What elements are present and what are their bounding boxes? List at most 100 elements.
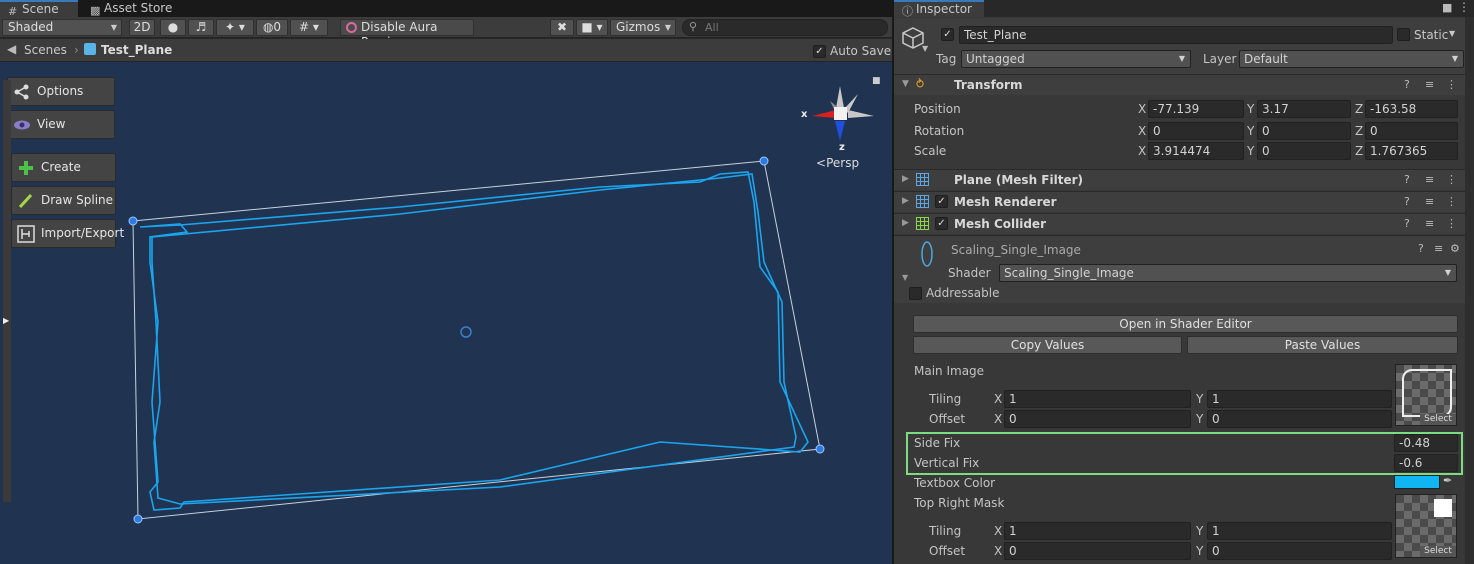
more-vertical-icon[interactable]: ⋮ xyxy=(1446,217,1457,230)
back-arrow-icon[interactable]: ◀ xyxy=(7,42,16,56)
scene-viewport[interactable]: Options View Create Draw Spline Import/E… xyxy=(0,62,892,564)
transform-header[interactable]: ▼ ⥁ Transform ? ≡ ⋮ xyxy=(894,74,1466,95)
tab-asset-store[interactable]: ▩ Asset Store xyxy=(82,0,182,17)
more-vertical-icon[interactable]: ⋮ xyxy=(1446,173,1457,186)
preset-sliders-icon[interactable]: ≡ xyxy=(1434,242,1443,255)
rotation-x-field[interactable]: 0 xyxy=(1148,122,1244,140)
chevron-down-icon: ▼ xyxy=(1451,54,1458,63)
audio-toggle-button[interactable]: ♬ xyxy=(188,19,214,36)
breadcrumb-scenes[interactable]: Scenes xyxy=(24,43,67,57)
effects-dropdown[interactable]: ✦ ▾ xyxy=(216,19,254,36)
lock-icon[interactable]: ■ xyxy=(872,76,881,86)
corner-handle[interactable] xyxy=(759,156,769,166)
pivot-handle[interactable] xyxy=(460,326,472,338)
chevron-down-icon[interactable]: ▼ xyxy=(922,44,928,53)
select-texture-button[interactable]: Select xyxy=(1420,414,1456,425)
main-offset-x-field[interactable]: 0 xyxy=(1004,410,1191,428)
more-vertical-icon[interactable]: ⋮ xyxy=(1446,78,1457,91)
tab-inspector[interactable]: ⓘ Inspector xyxy=(894,0,984,18)
preset-sliders-icon[interactable]: ≡ xyxy=(1425,195,1434,208)
active-checkbox[interactable]: ✓ xyxy=(941,28,954,41)
hidden-objects-toggle[interactable]: ◍0 xyxy=(256,19,288,36)
view-button[interactable]: View xyxy=(7,110,115,139)
help-icon[interactable]: ? xyxy=(1404,78,1410,91)
mask-offset-y-field[interactable]: 0 xyxy=(1207,542,1392,560)
mask-tiling-y-field[interactable]: 1 xyxy=(1207,522,1392,540)
main-tiling-y-field[interactable]: 1 xyxy=(1207,390,1392,408)
tools-button[interactable]: ✖ xyxy=(550,19,574,36)
help-icon[interactable]: ? xyxy=(1418,242,1424,255)
textbox-color-swatch[interactable] xyxy=(1394,475,1440,489)
chevron-down-icon[interactable]: ▼ xyxy=(1449,29,1455,38)
rotation-y-field[interactable]: 0 xyxy=(1257,122,1351,140)
select-mask-button[interactable]: Select xyxy=(1420,546,1456,557)
preset-sliders-icon[interactable]: ≡ xyxy=(1425,217,1434,230)
mask-offset-x-field[interactable]: 0 xyxy=(1004,542,1191,560)
top-right-mask-texture-slot[interactable]: Select xyxy=(1395,494,1457,558)
mask-preview xyxy=(1434,499,1452,517)
gear-icon[interactable]: ⚙ xyxy=(1450,242,1460,255)
side-fix-field[interactable]: -0.48 xyxy=(1394,434,1458,452)
mesh-collider-header[interactable]: ▶ ✓ Mesh Collider ? ≡ ⋮ xyxy=(894,213,1466,234)
chevron-down-icon[interactable]: ▼ xyxy=(902,273,908,282)
camera-dropdown[interactable]: ■ ▾ xyxy=(576,19,608,36)
corner-handle[interactable] xyxy=(128,216,138,226)
mask-tiling-x-field[interactable]: 1 xyxy=(1004,522,1191,540)
main-offset-y-field[interactable]: 0 xyxy=(1207,410,1392,428)
tag-dropdown[interactable]: Untagged ▼ xyxy=(961,50,1191,68)
shading-mode-dropdown[interactable]: Shaded ▼ xyxy=(2,19,122,36)
position-z-field[interactable]: -163.58 xyxy=(1365,100,1458,118)
tab-scene[interactable]: # Scene xyxy=(0,0,78,18)
persp-toggle[interactable]: <Persp xyxy=(816,156,859,170)
addressable-checkbox[interactable] xyxy=(909,287,922,300)
more-vertical-icon[interactable]: ⋮ xyxy=(1446,195,1457,208)
lock-icon[interactable]: ■ xyxy=(1442,1,1452,14)
gizmos-dropdown[interactable]: Gizmos ▼ xyxy=(610,19,676,36)
options-button[interactable]: Options xyxy=(7,77,115,106)
mesh-collider-enabled-checkbox[interactable]: ✓ xyxy=(935,217,948,230)
help-icon[interactable]: ? xyxy=(1404,195,1410,208)
copy-values-button[interactable]: Copy Values xyxy=(913,336,1182,354)
position-y-field[interactable]: 3.17 xyxy=(1257,100,1351,118)
mesh-renderer-enabled-checkbox[interactable]: ✓ xyxy=(935,195,948,208)
scale-y-field[interactable]: 0 xyxy=(1257,142,1351,160)
help-icon[interactable]: ? xyxy=(1404,173,1410,186)
lighting-toggle-button[interactable]: ● xyxy=(160,19,186,36)
main-tiling-x-field[interactable]: 1 xyxy=(1004,390,1191,408)
grid-snap-dropdown[interactable]: # ▾ xyxy=(290,19,328,36)
corner-handle[interactable] xyxy=(815,444,825,454)
vertical-fix-field[interactable]: -0.6 xyxy=(1394,454,1458,472)
static-checkbox[interactable] xyxy=(1397,28,1410,41)
main-image-texture-slot[interactable]: Select xyxy=(1395,364,1457,426)
scale-x-field[interactable]: 3.914474 xyxy=(1148,142,1244,160)
preset-sliders-icon[interactable]: ≡ xyxy=(1425,173,1434,186)
auto-save-checkbox[interactable]: ✓ xyxy=(813,45,826,58)
help-icon[interactable]: ? xyxy=(1404,217,1410,230)
side-toolbar-handle[interactable]: ▶ xyxy=(3,80,11,502)
open-shader-editor-button[interactable]: Open in Shader Editor xyxy=(913,315,1458,333)
layer-dropdown[interactable]: Default ▼ xyxy=(1239,50,1464,68)
paste-values-button[interactable]: Paste Values xyxy=(1187,336,1458,354)
preset-sliders-icon[interactable]: ≡ xyxy=(1425,78,1434,91)
mesh-filter-header[interactable]: ▶ Plane (Mesh Filter) ? ≡ ⋮ xyxy=(894,169,1466,190)
more-vertical-icon[interactable]: ⋮ xyxy=(1458,0,1470,14)
breadcrumb-object[interactable]: Test_Plane xyxy=(101,43,172,57)
mesh-renderer-header[interactable]: ▶ ✓ Mesh Renderer ? ≡ ⋮ xyxy=(894,191,1466,212)
orientation-gizmo[interactable]: x z <Persp ■ xyxy=(800,76,881,176)
axis-y-label: Y xyxy=(1196,392,1204,406)
corner-handle[interactable] xyxy=(133,514,143,524)
import-export-button[interactable]: Import/Export xyxy=(11,219,124,248)
scene-search-input[interactable]: ⚲ All xyxy=(682,19,888,36)
object-name-input[interactable]: Test_Plane xyxy=(959,26,1393,44)
position-x-field[interactable]: -77.139 xyxy=(1148,100,1244,118)
scale-z-field[interactable]: 1.767365 xyxy=(1365,142,1458,160)
inspector-scrollbar[interactable] xyxy=(1465,17,1474,564)
create-button[interactable]: Create xyxy=(11,153,116,182)
2d-toggle-button[interactable]: 2D xyxy=(129,19,155,36)
rotation-z-field[interactable]: 0 xyxy=(1365,122,1458,140)
shader-dropdown[interactable]: Scaling_Single_Image ▼ xyxy=(999,264,1457,282)
aura-preview-button[interactable]: Disable Aura Preview xyxy=(340,19,474,49)
eyedropper-icon[interactable]: ✒ xyxy=(1443,474,1452,487)
transform-axes-icon: ⥁ xyxy=(916,77,925,91)
draw-spline-button[interactable]: Draw Spline xyxy=(11,186,116,215)
